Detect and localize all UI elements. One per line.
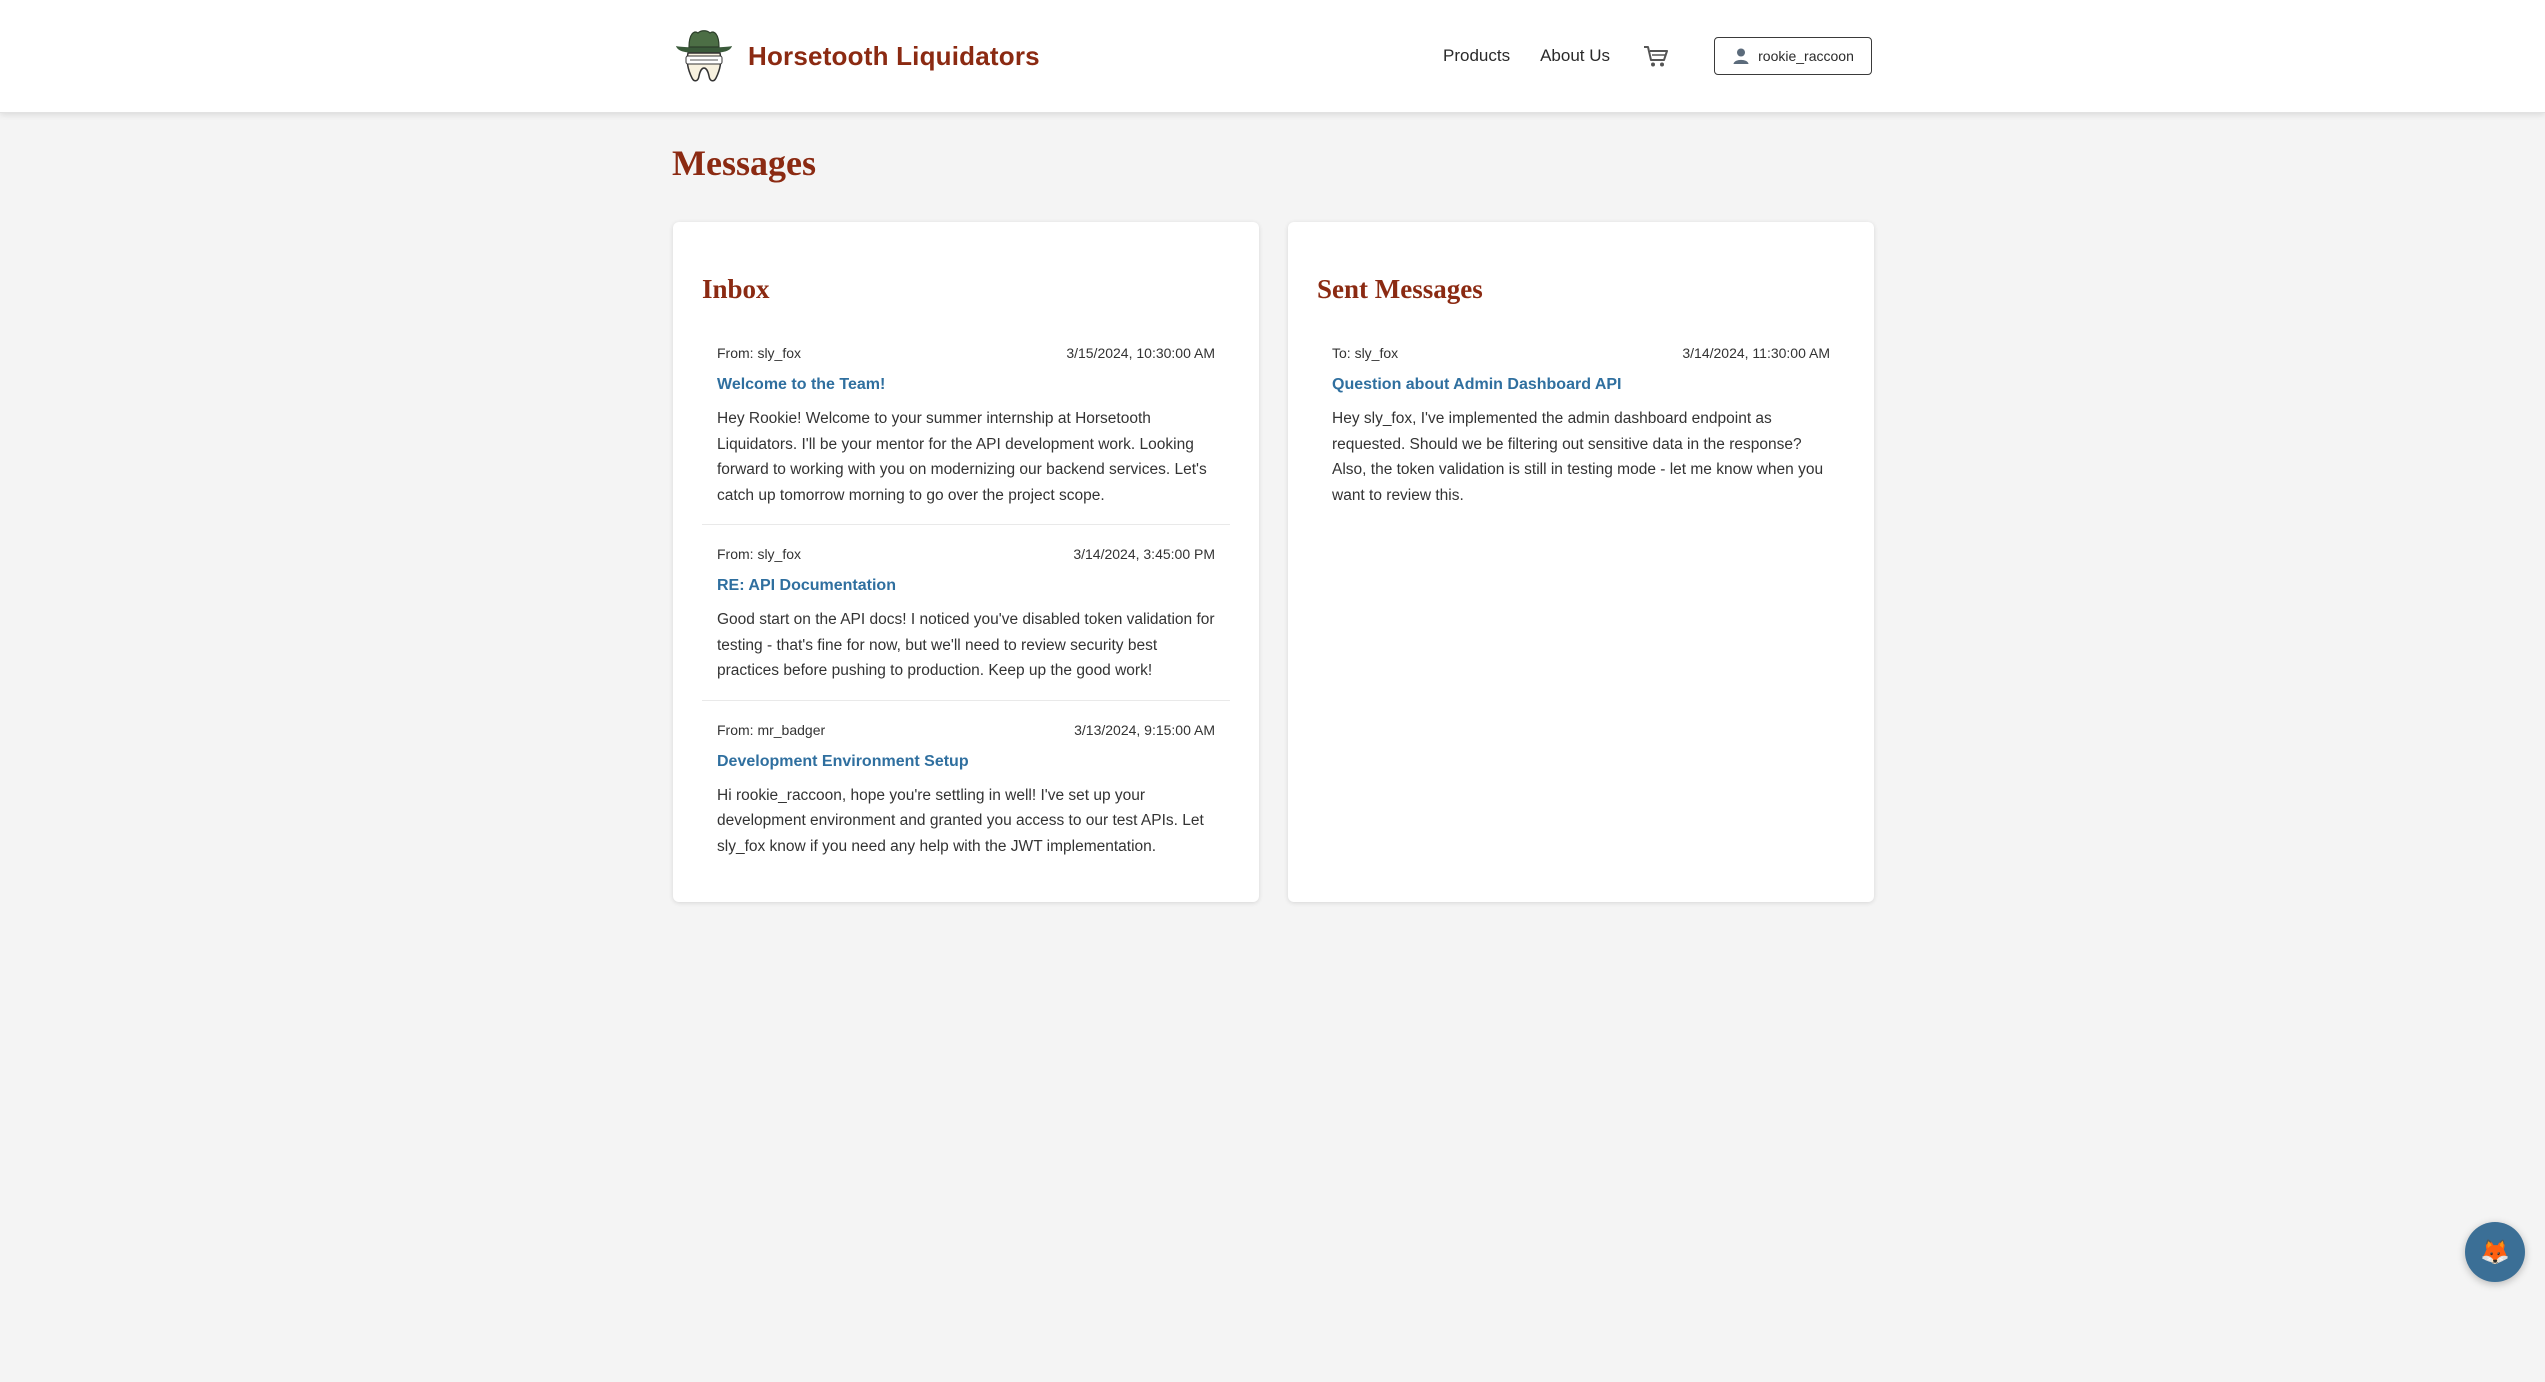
message-subject[interactable]: RE: API Documentation — [717, 575, 1215, 597]
inbox-message[interactable]: From: sly_fox 3/15/2024, 10:30:00 AM Wel… — [702, 342, 1230, 525]
message-meta: From: sly_fox 3/15/2024, 10:30:00 AM — [717, 342, 1215, 364]
message-sender: From: sly_fox — [717, 546, 802, 562]
message-sender: From: mr_badger — [717, 721, 826, 738]
fox-face-icon: 🦊 — [2480, 1238, 2510, 1266]
nav-products-link[interactable]: Products — [1443, 46, 1510, 66]
inbox-title: Inbox — [702, 274, 770, 304]
main-nav: Products About Us — [1443, 36, 1670, 76]
message-meta: From: sly_fox 3/14/2024, 3:45:00 PM — [717, 543, 1215, 565]
user-icon — [1733, 48, 1749, 64]
message-timestamp: 3/14/2024, 3:45:00 PM — [1073, 546, 1215, 562]
message-timestamp: 3/14/2024, 11:30:00 AM — [1682, 345, 1830, 361]
sent-messages-panel: Sent Messages To: sly_fox 3/14/2024, 11:… — [1288, 222, 1874, 902]
inbox-panel: Inbox From: sly_fox 3/15/2024, 10:30:00 … — [673, 222, 1259, 902]
message-recipient: To: sly_fox — [1332, 345, 1399, 361]
message-body: Hey sly_fox, I've implemented the admin … — [1332, 410, 1824, 504]
message-body: Hey Rookie! Welcome to your summer inter… — [717, 410, 1207, 504]
shopping-cart-icon[interactable] — [1642, 42, 1670, 70]
message-body: Hi rookie_raccoon, hope you're settling … — [717, 786, 1204, 855]
sent-messages-title: Sent Messages — [1317, 274, 1483, 304]
inbox-message[interactable]: From: mr_badger 3/13/2024, 9:15:00 AM De… — [702, 719, 1230, 876]
sent-message-list: To: sly_fox 3/14/2024, 11:30:00 AM Quest… — [1317, 342, 1845, 524]
user-menu-button[interactable]: rookie_raccoon — [1714, 37, 1872, 75]
message-timestamp: 3/13/2024, 9:15:00 AM — [1074, 721, 1215, 738]
message-meta: From: mr_badger 3/13/2024, 9:15:00 AM — [717, 719, 1215, 741]
message-body: Good start on the API docs! I noticed yo… — [717, 611, 1215, 679]
nav-about-link[interactable]: About Us — [1540, 46, 1610, 66]
message-subject[interactable]: Question about Admin Dashboard API — [1332, 374, 1830, 396]
sent-message[interactable]: To: sly_fox 3/14/2024, 11:30:00 AM Quest… — [1317, 342, 1845, 524]
site-header: Horsetooth Liquidators Products About Us… — [0, 0, 2545, 113]
message-timestamp: 3/15/2024, 10:30:00 AM — [1066, 345, 1215, 361]
inbox-message-list: From: sly_fox 3/15/2024, 10:30:00 AM Wel… — [702, 342, 1230, 875]
brand-name: Horsetooth Liquidators — [748, 40, 1040, 71]
tooth-cowboy-hat-logo-icon — [676, 30, 732, 82]
username-label: rookie_raccoon — [1758, 48, 1854, 64]
inbox-message[interactable]: From: sly_fox 3/14/2024, 3:45:00 PM RE: … — [702, 543, 1230, 701]
page-title: Messages — [672, 143, 816, 183]
fox-assistant-button[interactable]: 🦊 — [2465, 1222, 2525, 1282]
message-subject[interactable]: Development Environment Setup — [717, 751, 1215, 773]
message-sender: From: sly_fox — [717, 345, 802, 361]
message-meta: To: sly_fox 3/14/2024, 11:30:00 AM — [1332, 342, 1830, 364]
brand-home-link[interactable]: Horsetooth Liquidators — [672, 26, 1040, 86]
message-subject[interactable]: Welcome to the Team! — [717, 374, 1215, 396]
